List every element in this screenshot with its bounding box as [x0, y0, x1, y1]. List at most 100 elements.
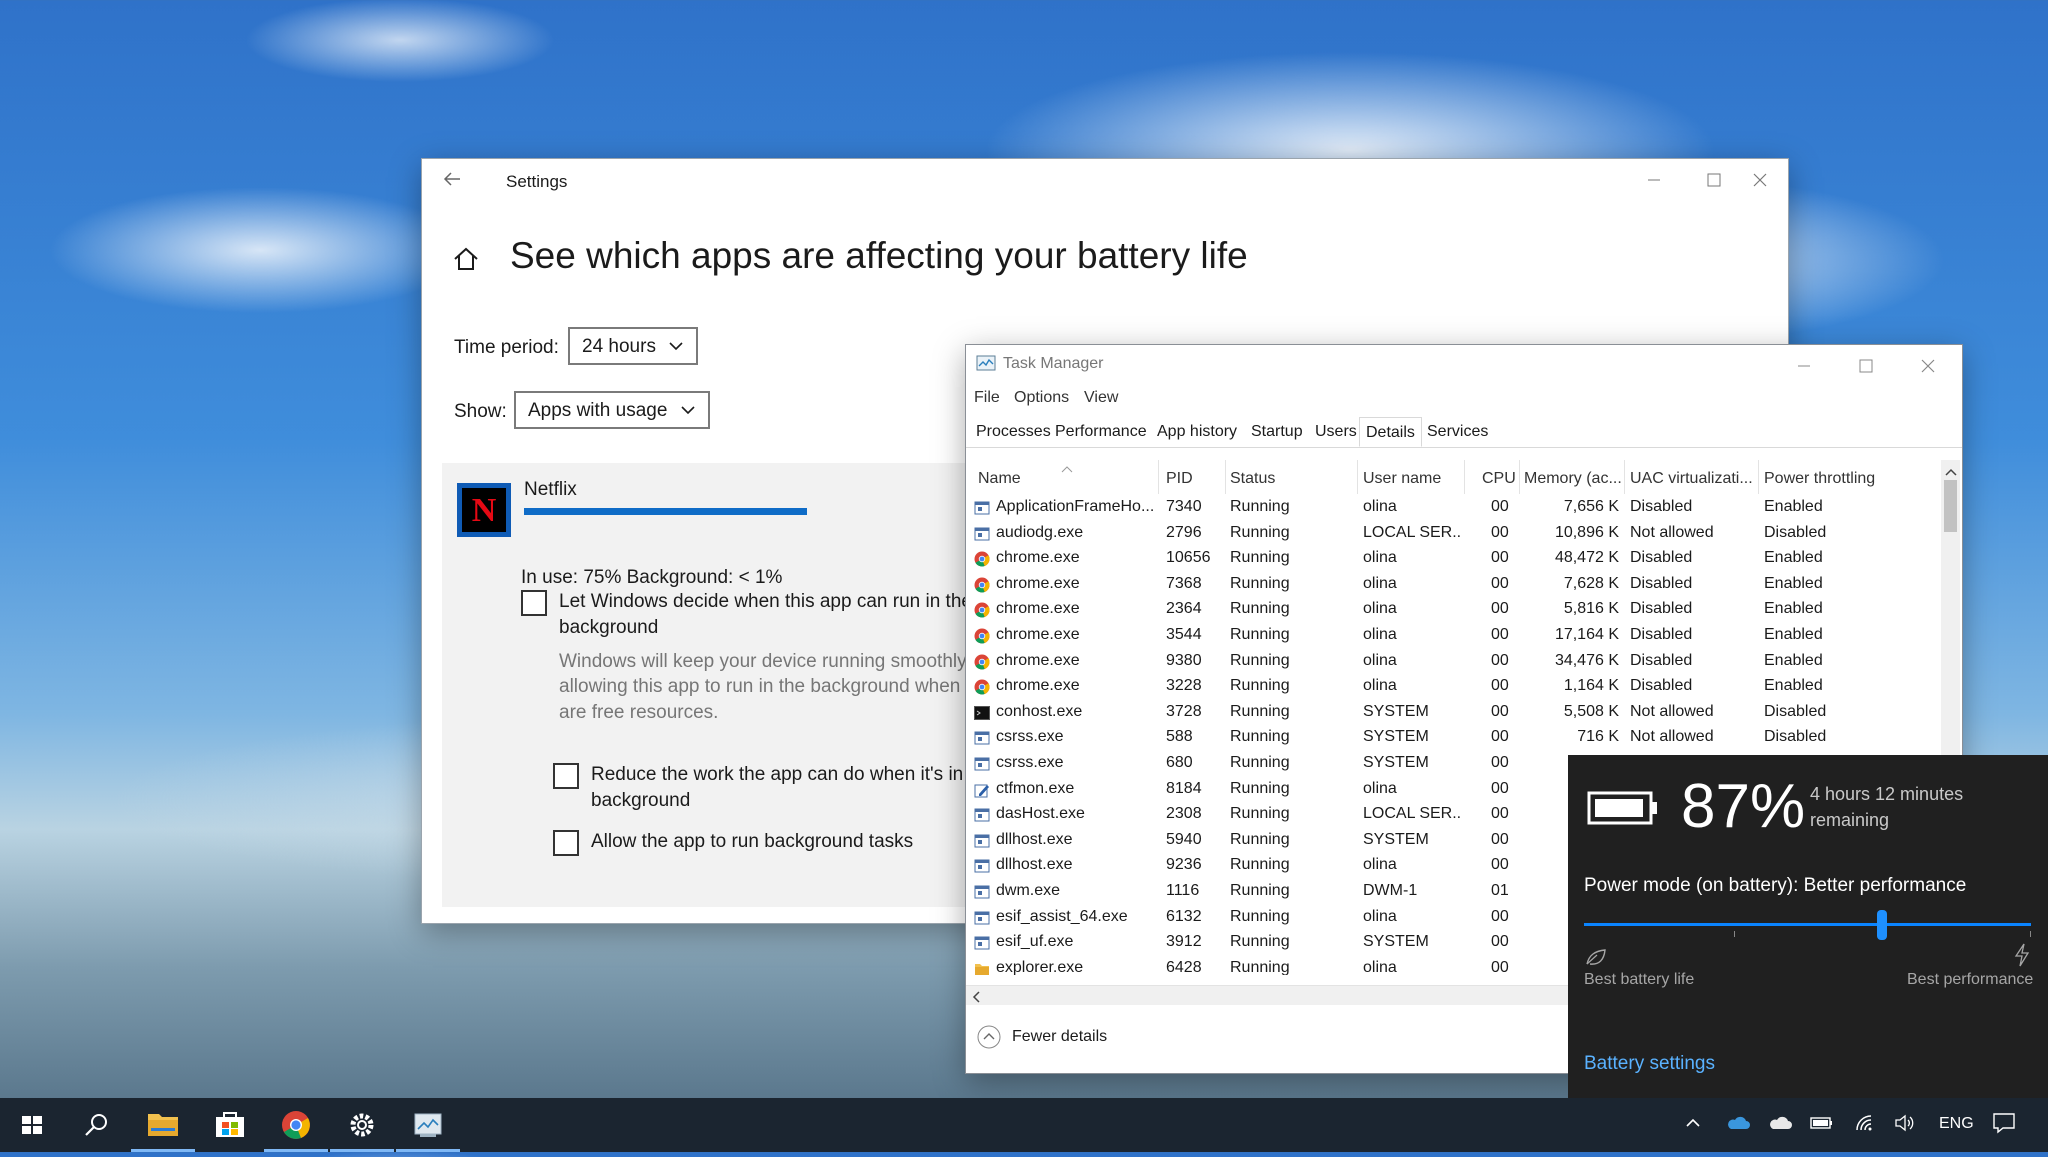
store-icon[interactable]	[198, 1098, 262, 1152]
wifi-icon[interactable]	[1854, 1113, 1876, 1138]
chrome-icon[interactable]	[264, 1098, 328, 1152]
cell-pid: 7340	[1166, 498, 1202, 515]
search-icon[interactable]	[64, 1098, 128, 1152]
menu-view[interactable]: View	[1084, 389, 1118, 407]
column-header-uac[interactable]: UAC virtualizati...	[1630, 470, 1753, 488]
cell-user: SYSTEM	[1363, 728, 1429, 746]
cell-cpu: 00	[1491, 907, 1509, 925]
table-row[interactable]: conhost.exe 3728 Running SYSTEM 00 5,508 K Not…	[966, 700, 1946, 726]
column-header-name[interactable]: Name	[978, 470, 1021, 488]
menu-options[interactable]: Options	[1014, 389, 1069, 407]
minimize-button[interactable]	[1634, 167, 1674, 193]
cell-power: Enabled	[1764, 626, 1823, 643]
let-windows-decide-checkbox[interactable]	[521, 590, 547, 616]
cell-name: ctfmon.exe	[996, 779, 1075, 797]
battery-tray-icon[interactable]	[1810, 1115, 1834, 1136]
task-manager-taskbar-icon[interactable]	[396, 1098, 460, 1152]
minimize-button[interactable]	[1784, 353, 1824, 379]
chrome-icon	[974, 679, 990, 695]
time-period-dropdown[interactable]: 24 hours	[568, 327, 698, 365]
language-indicator[interactable]: ENG	[1939, 1115, 1974, 1133]
table-row[interactable]: chrome.exe 3544 Running olina 00 17,164 K Disa…	[966, 623, 1946, 649]
cell-cpu: 00	[1491, 856, 1509, 874]
table-row[interactable]: audiodg.exe 2796 Running LOCAL SER... 00 10,8…	[966, 521, 1946, 547]
settings-icon[interactable]	[330, 1098, 394, 1152]
scroll-up-icon[interactable]	[1945, 463, 1957, 481]
app-window-icon	[974, 730, 990, 746]
battery-settings-link[interactable]: Battery settings	[1584, 1053, 1715, 1075]
close-button[interactable]	[1740, 167, 1780, 193]
cell-power: Enabled	[1764, 600, 1823, 618]
allow-background-checkbox[interactable]	[553, 830, 579, 856]
cell-name: conhost.exe	[996, 702, 1083, 720]
action-center-icon[interactable]	[1992, 1112, 2016, 1139]
cell-uac: Not allowed	[1630, 702, 1714, 720]
cell-user: SYSTEM	[1363, 702, 1429, 720]
cell-mem: 5,816 K	[1563, 600, 1619, 618]
menu-file[interactable]: File	[974, 389, 1000, 407]
tab-app-history[interactable]: App history	[1157, 423, 1237, 441]
slider-tick	[1734, 931, 1735, 937]
chevron-up-icon[interactable]	[1684, 1114, 1702, 1137]
time-remaining-line-2: remaining	[1810, 810, 1890, 830]
table-row[interactable]: chrome.exe 3228 Running olina 00 1,164 K Disab…	[966, 674, 1946, 700]
file-explorer-icon[interactable]	[131, 1098, 195, 1152]
cell-power: Enabled	[1764, 574, 1823, 592]
cell-user: LOCAL SER...	[1363, 523, 1461, 541]
time-period-label: Time period:	[454, 337, 559, 358]
onedrive-icon[interactable]	[1726, 1114, 1750, 1137]
tab-users[interactable]: Users	[1315, 423, 1357, 441]
let-windows-decide-label-1: Let Windows decide when this app can run…	[559, 591, 972, 612]
cell-user: olina	[1363, 651, 1397, 669]
usage-bar	[524, 508, 807, 515]
cell-pid: 8184	[1166, 779, 1202, 797]
power-mode-slider-track[interactable]	[1584, 923, 2031, 926]
reduce-work-checkbox[interactable]	[553, 763, 579, 789]
column-header-cpu[interactable]: CPU	[1482, 470, 1516, 488]
cell-uac: Disabled	[1630, 498, 1693, 515]
tab-startup[interactable]: Startup	[1251, 423, 1303, 441]
home-icon[interactable]	[452, 245, 480, 273]
tab-services[interactable]: Services	[1427, 423, 1488, 441]
column-header-memory[interactable]: Memory (ac...	[1524, 470, 1622, 488]
cloud-icon[interactable]	[1768, 1114, 1792, 1137]
scroll-left-icon[interactable]	[972, 990, 980, 1008]
table-row[interactable]: ApplicationFrameHo... 7340 Running olina 00 7…	[966, 495, 1946, 521]
table-row[interactable]: chrome.exe 7368 Running olina 00 7,628 K Disab…	[966, 572, 1946, 598]
scroll-thumb[interactable]	[1944, 480, 1957, 532]
show-dropdown[interactable]: Apps with usage	[514, 391, 710, 429]
volume-icon[interactable]	[1894, 1113, 1916, 1138]
table-row[interactable]: csrss.exe 588 Running SYSTEM 00 716 K Not allo…	[966, 725, 1946, 751]
back-arrow-icon[interactable]	[442, 169, 470, 193]
cell-pid: 3912	[1166, 933, 1202, 951]
table-row[interactable]: chrome.exe 2364 Running olina 00 5,816 K Disab…	[966, 597, 1946, 623]
column-header-status[interactable]: Status	[1230, 470, 1275, 488]
cell-cpu: 00	[1491, 574, 1509, 592]
cell-user: olina	[1363, 779, 1397, 797]
maximize-button[interactable]	[1694, 167, 1734, 193]
chevron-down-icon	[680, 402, 696, 418]
close-button[interactable]	[1908, 353, 1948, 379]
start-button[interactable]	[0, 1098, 64, 1152]
cell-user: olina	[1363, 677, 1397, 695]
lightning-icon	[2013, 943, 2031, 972]
maximize-button[interactable]	[1846, 353, 1886, 379]
battery-flyout: 87% 4 hours 12 minutes remaining Power m…	[1568, 755, 2048, 1098]
tab-processes[interactable]: Processes	[976, 423, 1051, 441]
app-window-icon	[974, 526, 990, 542]
power-mode-slider-thumb[interactable]	[1877, 910, 1887, 940]
cell-power: Disabled	[1764, 523, 1827, 541]
table-row[interactable]: chrome.exe 9380 Running olina 00 34,476 K Disa…	[966, 649, 1946, 675]
cell-cpu: 00	[1491, 498, 1509, 515]
table-row[interactable]: chrome.exe 10656 Running olina 00 48,472 K Dis…	[966, 546, 1946, 572]
battery-percent: 87%	[1681, 772, 1806, 841]
column-header-pid[interactable]: PID	[1166, 470, 1193, 488]
column-header-user[interactable]: User name	[1363, 470, 1441, 488]
tab-details[interactable]: Details	[1359, 417, 1422, 447]
netflix-app-icon: N	[457, 483, 511, 537]
cell-name: dllhost.exe	[996, 856, 1073, 874]
tab-performance[interactable]: Performance	[1055, 423, 1147, 441]
time-period-value: 24 hours	[582, 336, 656, 357]
column-header-power[interactable]: Power throttling	[1764, 470, 1875, 488]
cell-name: chrome.exe	[996, 626, 1080, 643]
